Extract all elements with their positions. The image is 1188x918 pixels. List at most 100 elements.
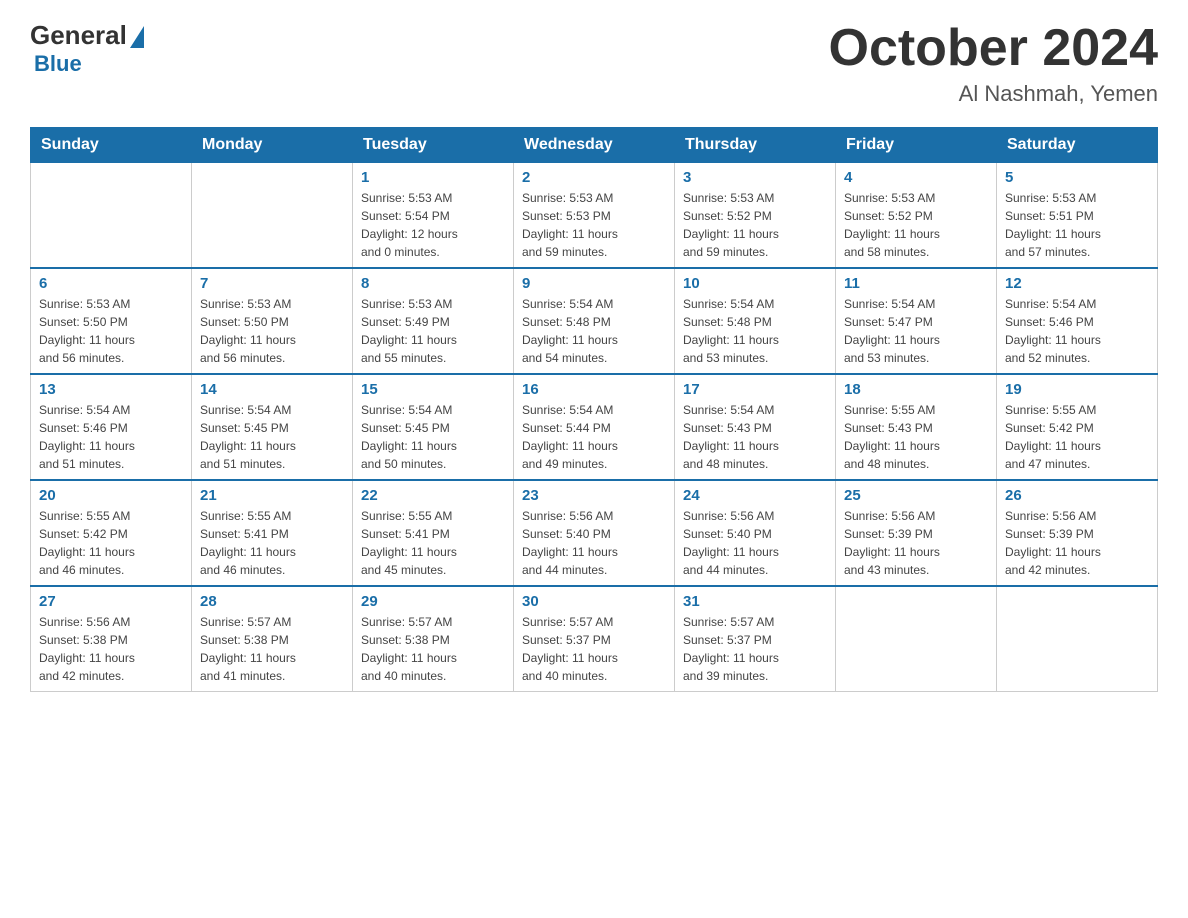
logo-blue-text: Blue	[34, 51, 82, 77]
day-number: 12	[1005, 275, 1149, 292]
calendar-day-cell: 2Sunrise: 5:53 AMSunset: 5:53 PMDaylight…	[514, 163, 675, 269]
day-info: Sunrise: 5:54 AMSunset: 5:48 PMDaylight:…	[683, 295, 827, 367]
day-number: 30	[522, 593, 666, 610]
calendar-day-cell: 6Sunrise: 5:53 AMSunset: 5:50 PMDaylight…	[31, 268, 192, 374]
day-info: Sunrise: 5:56 AMSunset: 5:38 PMDaylight:…	[39, 613, 183, 685]
day-info: Sunrise: 5:54 AMSunset: 5:46 PMDaylight:…	[39, 401, 183, 473]
calendar-day-cell: 10 Sunrise: 5:54 AMSunset: 5:48 PMDayligh…	[675, 268, 836, 374]
day-info: Sunrise: 5:54 AMSunset: 5:47 PMDaylight:…	[844, 295, 988, 367]
calendar-day-cell: 16 Sunrise: 5:54 AMSunset: 5:44 PMDayligh…	[514, 374, 675, 480]
day-info: Sunrise: 5:53 AMSunset: 5:53 PMDaylight:…	[522, 189, 666, 261]
calendar-day-cell	[192, 163, 353, 269]
day-info: Sunrise: 5:57 AMSunset: 5:38 PMDaylight:…	[361, 613, 505, 685]
calendar-day-cell: 21 Sunrise: 5:55 AMSunset: 5:41 PMDayligh…	[192, 480, 353, 586]
day-number: 19	[1005, 381, 1149, 398]
calendar-day-cell: 12 Sunrise: 5:54 AMSunset: 5:46 PMDayligh…	[997, 268, 1158, 374]
calendar-week-row: 6Sunrise: 5:53 AMSunset: 5:50 PMDaylight…	[31, 268, 1158, 374]
day-info: Sunrise: 5:54 AMSunset: 5:45 PMDaylight:…	[200, 401, 344, 473]
day-info: Sunrise: 5:56 AMSunset: 5:40 PMDaylight:…	[683, 507, 827, 579]
day-info: Sunrise: 5:54 AMSunset: 5:45 PMDaylight:…	[361, 401, 505, 473]
day-info: Sunrise: 5:54 AMSunset: 5:48 PMDaylight:…	[522, 295, 666, 367]
day-of-week-header: Sunday	[31, 128, 192, 163]
calendar-day-cell: 22 Sunrise: 5:55 AMSunset: 5:41 PMDayligh…	[353, 480, 514, 586]
calendar-day-cell: 3 Sunrise: 5:53 AMSunset: 5:52 PMDaylight…	[675, 163, 836, 269]
day-number: 16	[522, 381, 666, 398]
day-number: 15	[361, 381, 505, 398]
day-info: Sunrise: 5:53 AMSunset: 5:54 PMDaylight:…	[361, 189, 505, 261]
calendar-day-cell	[836, 586, 997, 692]
calendar-day-cell: 8Sunrise: 5:53 AMSunset: 5:49 PMDaylight…	[353, 268, 514, 374]
day-info: Sunrise: 5:53 AMSunset: 5:52 PMDaylight:…	[683, 189, 827, 261]
calendar-day-cell: 25 Sunrise: 5:56 AMSunset: 5:39 PMDayligh…	[836, 480, 997, 586]
calendar-day-cell: 13 Sunrise: 5:54 AMSunset: 5:46 PMDayligh…	[31, 374, 192, 480]
day-number: 5	[1005, 169, 1149, 186]
calendar-table: SundayMondayTuesdayWednesdayThursdayFrid…	[30, 127, 1158, 692]
calendar-day-cell: 30Sunrise: 5:57 AMSunset: 5:37 PMDayligh…	[514, 586, 675, 692]
day-number: 10	[683, 275, 827, 292]
day-number: 7	[200, 275, 344, 292]
page-header: General Blue October 2024 Al Nashmah, Ye…	[30, 20, 1158, 107]
calendar-day-cell: 19 Sunrise: 5:55 AMSunset: 5:42 PMDayligh…	[997, 374, 1158, 480]
calendar-day-cell: 23 Sunrise: 5:56 AMSunset: 5:40 PMDayligh…	[514, 480, 675, 586]
day-number: 22	[361, 487, 505, 504]
logo-general-text: General	[30, 20, 127, 51]
day-info: Sunrise: 5:56 AMSunset: 5:39 PMDaylight:…	[1005, 507, 1149, 579]
day-info: Sunrise: 5:56 AMSunset: 5:39 PMDaylight:…	[844, 507, 988, 579]
day-number: 31	[683, 593, 827, 610]
calendar-day-cell: 11 Sunrise: 5:54 AMSunset: 5:47 PMDayligh…	[836, 268, 997, 374]
calendar-day-cell: 14 Sunrise: 5:54 AMSunset: 5:45 PMDayligh…	[192, 374, 353, 480]
calendar-day-cell: 28Sunrise: 5:57 AMSunset: 5:38 PMDayligh…	[192, 586, 353, 692]
day-info: Sunrise: 5:53 AMSunset: 5:49 PMDaylight:…	[361, 295, 505, 367]
month-title: October 2024	[829, 20, 1159, 77]
day-number: 27	[39, 593, 183, 610]
day-info: Sunrise: 5:55 AMSunset: 5:41 PMDaylight:…	[200, 507, 344, 579]
day-number: 14	[200, 381, 344, 398]
calendar-week-row: 27 Sunrise: 5:56 AMSunset: 5:38 PMDayligh…	[31, 586, 1158, 692]
calendar-day-cell	[31, 163, 192, 269]
day-info: Sunrise: 5:55 AMSunset: 5:42 PMDaylight:…	[1005, 401, 1149, 473]
day-number: 26	[1005, 487, 1149, 504]
day-of-week-header: Wednesday	[514, 128, 675, 163]
day-number: 25	[844, 487, 988, 504]
day-info: Sunrise: 5:53 AMSunset: 5:50 PMDaylight:…	[39, 295, 183, 367]
day-number: 21	[200, 487, 344, 504]
calendar-day-cell: 15 Sunrise: 5:54 AMSunset: 5:45 PMDayligh…	[353, 374, 514, 480]
calendar-week-row: 13 Sunrise: 5:54 AMSunset: 5:46 PMDayligh…	[31, 374, 1158, 480]
day-info: Sunrise: 5:54 AMSunset: 5:46 PMDaylight:…	[1005, 295, 1149, 367]
day-info: Sunrise: 5:57 AMSunset: 5:37 PMDaylight:…	[683, 613, 827, 685]
day-of-week-header: Monday	[192, 128, 353, 163]
day-of-week-header: Thursday	[675, 128, 836, 163]
logo: General Blue	[30, 20, 144, 77]
day-number: 3	[683, 169, 827, 186]
day-info: Sunrise: 5:54 AMSunset: 5:44 PMDaylight:…	[522, 401, 666, 473]
calendar-day-cell: 29Sunrise: 5:57 AMSunset: 5:38 PMDayligh…	[353, 586, 514, 692]
day-number: 20	[39, 487, 183, 504]
day-number: 23	[522, 487, 666, 504]
calendar-week-row: 20Sunrise: 5:55 AMSunset: 5:42 PMDayligh…	[31, 480, 1158, 586]
day-number: 24	[683, 487, 827, 504]
calendar-day-cell: 7Sunrise: 5:53 AMSunset: 5:50 PMDaylight…	[192, 268, 353, 374]
day-info: Sunrise: 5:53 AMSunset: 5:51 PMDaylight:…	[1005, 189, 1149, 261]
day-number: 9	[522, 275, 666, 292]
day-of-week-header: Tuesday	[353, 128, 514, 163]
day-of-week-header: Saturday	[997, 128, 1158, 163]
calendar-day-cell: 17Sunrise: 5:54 AMSunset: 5:43 PMDayligh…	[675, 374, 836, 480]
day-info: Sunrise: 5:55 AMSunset: 5:41 PMDaylight:…	[361, 507, 505, 579]
day-number: 13	[39, 381, 183, 398]
calendar-day-cell: 27 Sunrise: 5:56 AMSunset: 5:38 PMDayligh…	[31, 586, 192, 692]
calendar-day-cell: 26 Sunrise: 5:56 AMSunset: 5:39 PMDayligh…	[997, 480, 1158, 586]
day-number: 11	[844, 275, 988, 292]
day-info: Sunrise: 5:54 AMSunset: 5:43 PMDaylight:…	[683, 401, 827, 473]
day-number: 18	[844, 381, 988, 398]
calendar-day-cell: 18Sunrise: 5:55 AMSunset: 5:43 PMDayligh…	[836, 374, 997, 480]
day-info: Sunrise: 5:56 AMSunset: 5:40 PMDaylight:…	[522, 507, 666, 579]
calendar-day-cell: 20Sunrise: 5:55 AMSunset: 5:42 PMDayligh…	[31, 480, 192, 586]
day-of-week-header: Friday	[836, 128, 997, 163]
title-area: October 2024 Al Nashmah, Yemen	[829, 20, 1159, 107]
calendar-day-cell: 1 Sunrise: 5:53 AMSunset: 5:54 PMDaylight…	[353, 163, 514, 269]
day-info: Sunrise: 5:53 AMSunset: 5:52 PMDaylight:…	[844, 189, 988, 261]
calendar-day-cell: 31 Sunrise: 5:57 AMSunset: 5:37 PMDayligh…	[675, 586, 836, 692]
calendar-day-cell	[997, 586, 1158, 692]
day-number: 4	[844, 169, 988, 186]
day-number: 1	[361, 169, 505, 186]
